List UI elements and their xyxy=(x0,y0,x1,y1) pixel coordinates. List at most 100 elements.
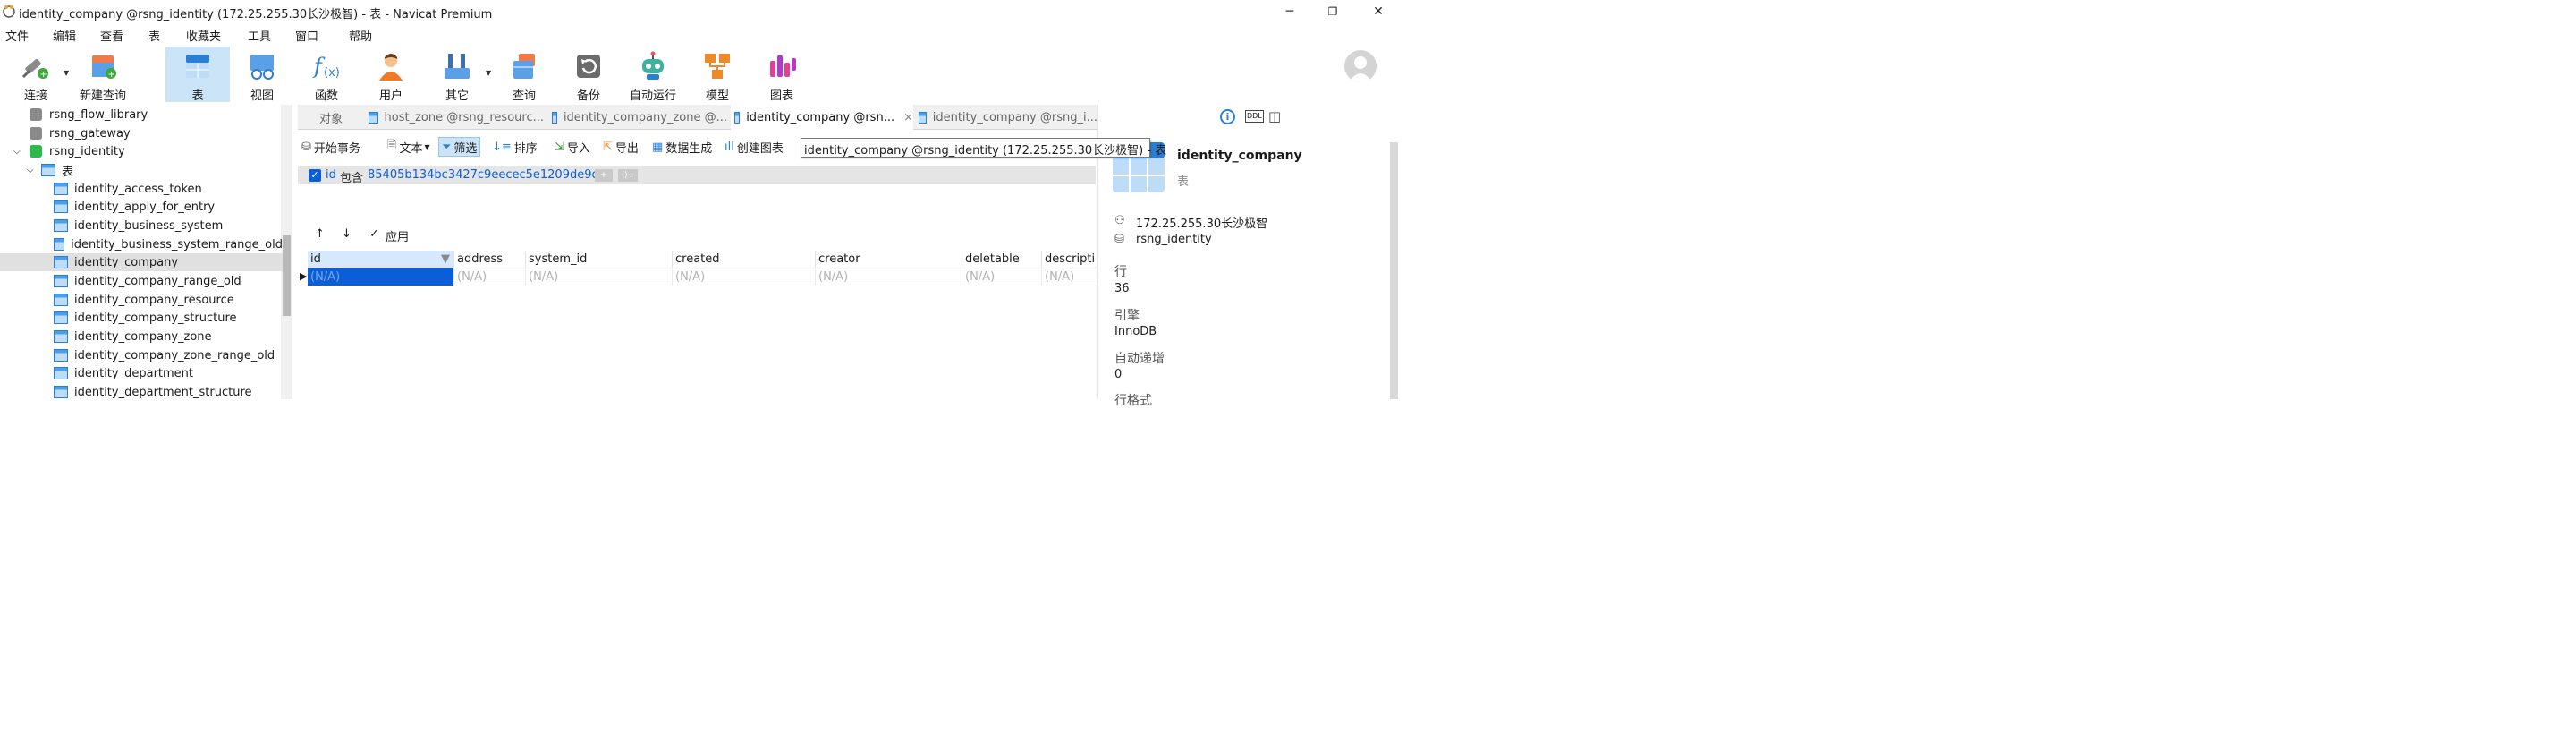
apply-check-icon[interactable]: ✓ xyxy=(369,227,379,241)
tree-item-table[interactable]: identity_department xyxy=(0,364,283,382)
text-button[interactable]: 🗎 文本 ▼ xyxy=(387,137,430,157)
column-header[interactable]: deletable xyxy=(962,251,1042,268)
tab-objects[interactable]: 对象 xyxy=(298,105,364,130)
add-group-button[interactable]: ⟨⟩+ xyxy=(618,169,638,182)
function-button[interactable]: f (x) 函数 xyxy=(306,47,347,103)
automation-button[interactable]: 自动运行 xyxy=(626,47,680,103)
filter-field[interactable]: id xyxy=(326,168,336,182)
filter-button[interactable]: ⏷ 筛选 xyxy=(438,137,481,157)
tree-item-table[interactable]: identity_company_structure xyxy=(0,309,283,327)
table-button[interactable]: 表 xyxy=(165,47,230,103)
menu-view[interactable]: 查看 xyxy=(100,27,123,44)
column-header[interactable]: system_id xyxy=(526,251,673,268)
chart-button[interactable]: 图表 xyxy=(761,47,802,103)
view-button[interactable]: 视图 xyxy=(242,47,283,103)
tree-item-table[interactable]: identity_company_zone xyxy=(0,328,283,345)
layout-icon[interactable]: ◫ xyxy=(1268,108,1281,124)
tree-scrollbar-thumb[interactable] xyxy=(283,235,291,316)
tree-item-rsng-flow-library[interactable]: rsng_flow_library xyxy=(0,106,283,124)
tree-item-rsng-gateway[interactable]: rsng_gateway xyxy=(0,124,283,142)
menu-table[interactable]: 表 xyxy=(148,27,160,44)
menu-window[interactable]: 窗口 xyxy=(295,27,318,44)
grid-cell[interactable]: (N/A) xyxy=(526,268,673,286)
add-condition-button[interactable]: + xyxy=(595,169,613,182)
tab-host-zone[interactable]: host_zone @rsng_resourc... xyxy=(365,105,544,130)
other-dropdown-icon[interactable]: ▼ xyxy=(486,69,491,77)
tree-item-table[interactable]: identity_business_system_range_old xyxy=(0,235,283,253)
tree-item-table-selected[interactable]: identity_company xyxy=(0,253,283,271)
tree-item-table[interactable]: identity_department_structure xyxy=(0,383,283,399)
tab-close-icon[interactable]: × xyxy=(903,111,913,124)
column-header[interactable]: creator xyxy=(816,251,962,268)
table-icon xyxy=(54,386,68,398)
rows-value: 36 xyxy=(1114,282,1130,295)
tab-strip: 对象 host_zone @rsng_resourc... identity_c… xyxy=(298,105,1097,130)
grid-cell[interactable]: (N/A) xyxy=(673,268,816,286)
filter-value[interactable]: 85405b134bc3427c9eecec5e1209de9d xyxy=(368,168,599,182)
grid-cell-selected[interactable]: (N/A) xyxy=(308,268,454,286)
other-button[interactable]: 其它 xyxy=(436,47,478,103)
move-up-icon[interactable]: ↑ xyxy=(315,227,325,241)
grid-cell[interactable]: (N/A) xyxy=(454,268,526,286)
connect-dropdown-icon[interactable]: ▼ xyxy=(64,69,69,77)
chevron-down-icon[interactable]: ⌵ xyxy=(27,166,41,175)
tree-item-table[interactable]: identity_access_token xyxy=(0,180,283,198)
svg-text:+: + xyxy=(40,70,47,80)
menu-edit[interactable]: 编辑 xyxy=(53,27,76,44)
database-icon xyxy=(30,145,42,158)
query-icon xyxy=(508,50,540,82)
column-header[interactable]: address xyxy=(454,251,526,268)
move-down-icon[interactable]: ↓ xyxy=(342,227,352,241)
tree-item-table[interactable]: identity_business_system xyxy=(0,217,283,234)
panel-scrollbar[interactable] xyxy=(1390,142,1398,399)
tree-item-table[interactable]: identity_company_range_old xyxy=(0,272,283,290)
data-generation-button[interactable]: ▦ 数据生成 xyxy=(652,137,712,157)
import-button[interactable]: ⇲ 导入 xyxy=(555,137,590,157)
menu-file[interactable]: 文件 xyxy=(5,27,29,44)
create-chart-button[interactable]: ıll 创建图表 xyxy=(724,137,784,157)
window-title: identity_company @rsng_identity (172.25.… xyxy=(19,8,493,21)
account-avatar[interactable] xyxy=(1344,50,1377,82)
column-header-id[interactable]: id ▼ xyxy=(308,251,454,268)
tree-item-table[interactable]: identity_apply_for_entry xyxy=(0,198,283,216)
table-icon xyxy=(54,238,65,251)
tab-identity-company-zone[interactable]: identity_company_zone @... xyxy=(548,105,727,130)
apply-button[interactable]: 应用 xyxy=(386,227,409,244)
close-button[interactable]: ✕ xyxy=(1357,0,1400,23)
database-name: rsng_identity xyxy=(1136,233,1212,246)
new-query-button[interactable]: + 新建查询 xyxy=(77,47,129,103)
ddl-icon[interactable]: DDL xyxy=(1245,110,1264,123)
info-icon[interactable]: i xyxy=(1220,109,1235,124)
filter-enabled-checkbox[interactable]: ✓ xyxy=(309,169,321,182)
minimize-button[interactable]: ─ xyxy=(1268,0,1311,23)
grid-cell[interactable]: (N/A) xyxy=(962,268,1042,286)
column-header[interactable]: created xyxy=(673,251,816,268)
tab-identity-company[interactable]: identity_company @rsng_i... xyxy=(915,105,1097,130)
tree-item-rsng-identity[interactable]: ⌵ rsng_identity xyxy=(0,142,283,160)
tree-item-table[interactable]: identity_company_resource xyxy=(0,291,283,309)
grid-cell[interactable]: (N/A) xyxy=(1042,268,1096,286)
user-button[interactable]: 用户 xyxy=(370,47,411,103)
restore-button[interactable]: ❐ xyxy=(1311,0,1354,23)
autoincrement-label: 自动递增 xyxy=(1114,352,1165,366)
export-button[interactable]: ⇱ 导出 xyxy=(603,137,639,157)
tab-identity-company-active[interactable]: identity_company @rsn... × xyxy=(731,105,913,130)
query-button[interactable]: 查询 xyxy=(504,47,545,103)
begin-transaction-button[interactable]: ⛁ 开始事务 xyxy=(301,137,360,157)
filter-operator[interactable]: 包含 xyxy=(340,168,363,185)
table-icon xyxy=(182,50,214,82)
menu-help[interactable]: 帮助 xyxy=(349,27,372,44)
tree-item-tables[interactable]: ⌵ 表 xyxy=(0,161,283,179)
table-folder-icon xyxy=(41,164,55,176)
backup-button[interactable]: 备份 xyxy=(568,47,609,103)
sort-button[interactable]: ↓≡ 排序 xyxy=(492,137,538,157)
model-button[interactable]: 模型 xyxy=(697,47,738,103)
menu-tools[interactable]: 工具 xyxy=(248,27,271,44)
grid-cell[interactable]: (N/A) xyxy=(816,268,962,286)
chevron-down-icon[interactable]: ⌵ xyxy=(13,147,30,157)
menu-favorites[interactable]: 收藏夹 xyxy=(186,27,221,44)
column-header[interactable]: descriptio xyxy=(1042,251,1096,268)
connect-button[interactable]: + 连接 xyxy=(11,47,61,103)
tree-item-table[interactable]: identity_company_zone_range_old xyxy=(0,346,283,364)
view-icon xyxy=(246,50,278,82)
